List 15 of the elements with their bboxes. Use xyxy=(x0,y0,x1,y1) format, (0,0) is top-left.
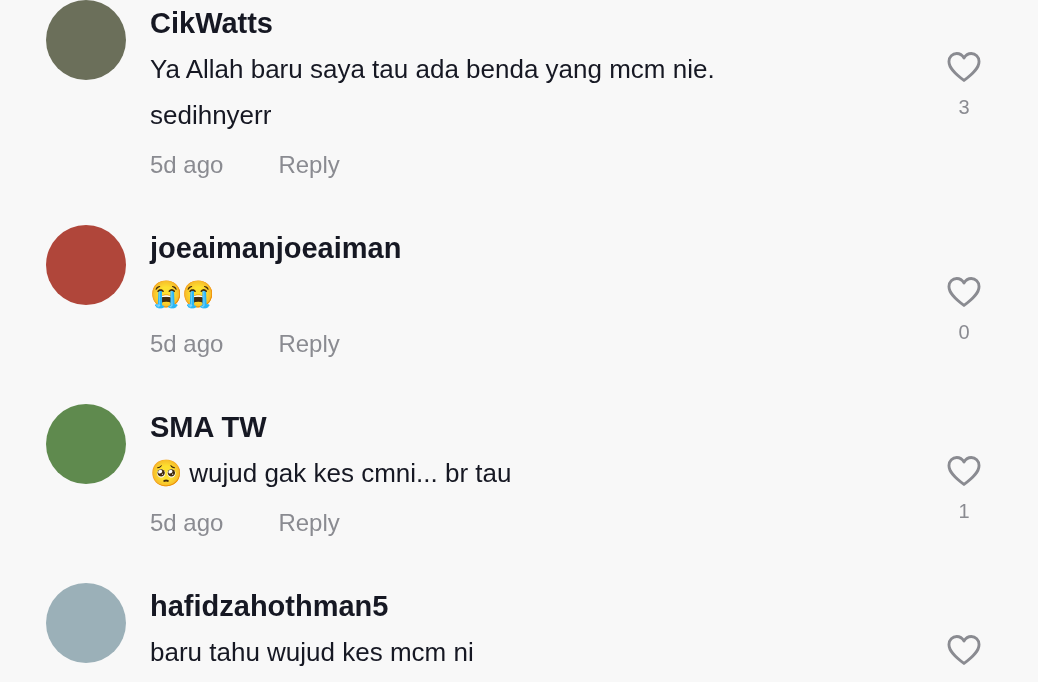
comment-text: baru tahu wujud kes mcm ni xyxy=(150,636,474,669)
comment-time: 5d ago xyxy=(150,509,224,537)
like-count: 3 xyxy=(958,96,970,119)
username[interactable]: hafidzahothman5 xyxy=(150,583,389,629)
comment-text: 🥺 wujud gak kes cmni... br tau xyxy=(150,457,512,490)
like-count: 0 xyxy=(958,321,970,344)
comment-text: 😭😭 xyxy=(150,278,214,311)
username[interactable]: joeaimanjoeaiman xyxy=(150,225,402,271)
username[interactable]: SMA TW xyxy=(150,404,267,450)
comment-time: 5d ago xyxy=(150,330,224,358)
comment-text: Ya Allah baru saya tau ada benda yang mcm nie. xyxy=(150,53,715,86)
comment-time: 5d ago xyxy=(150,151,224,179)
like-count: 1 xyxy=(958,500,970,523)
comment-text: sedihnyerr xyxy=(150,99,272,132)
username[interactable]: CikWatts xyxy=(150,0,273,46)
